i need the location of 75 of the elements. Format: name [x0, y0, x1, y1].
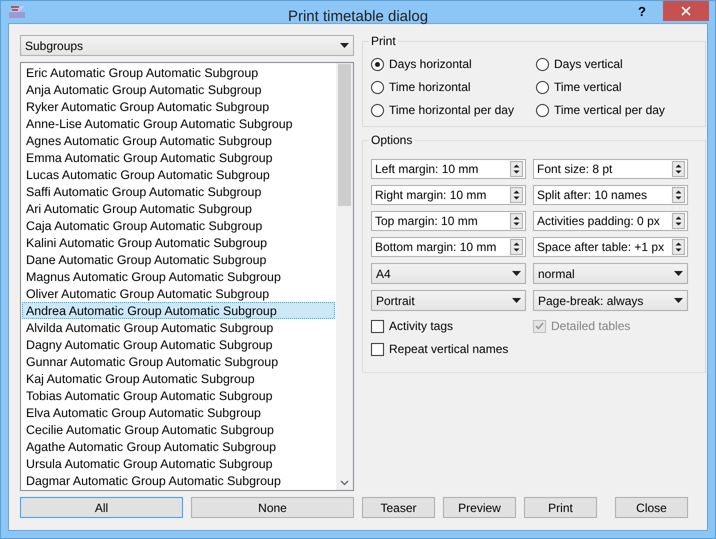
- list-item[interactable]: Eric Automatic Group Automatic Subgroup: [22, 64, 335, 81]
- caret-icon: [674, 298, 683, 303]
- scroll-down-icon[interactable]: [340, 480, 349, 486]
- list-item[interactable]: Gunnar Automatic Group Automatic Subgroup: [22, 353, 335, 370]
- dropdown[interactable]: Page-break: always: [533, 290, 688, 311]
- group-title: Options: [369, 133, 414, 147]
- checkbox[interactable]: [371, 320, 384, 332]
- list-item[interactable]: Elva Automatic Group Automatic Subgroup: [22, 404, 335, 421]
- window-title: Print timetable dialog: [288, 8, 428, 25]
- radio-button[interactable]: [536, 58, 549, 70]
- spin-box[interactable]: Top margin: 10 mm: [371, 211, 526, 231]
- dropdown[interactable]: A4: [371, 263, 526, 284]
- list-item[interactable]: Kaj Automatic Group Automatic Subgroup: [22, 370, 335, 387]
- list-item[interactable]: Tobias Automatic Group Automatic Subgroup: [22, 387, 335, 404]
- dropdown[interactable]: normal: [533, 263, 688, 284]
- list-item[interactable]: Dane Automatic Group Automatic Subgroup: [22, 251, 335, 268]
- list-item[interactable]: Anne-Lise Automatic Group Automatic Subgroup: [22, 115, 335, 132]
- checkbox[interactable]: [371, 342, 384, 356]
- radio-button[interactable]: [371, 58, 384, 70]
- list-item[interactable]: Dagny Automatic Group Automatic Subgroup: [22, 336, 335, 353]
- group-type-dropdown[interactable]: Subgroups: [20, 35, 354, 56]
- list-item[interactable]: Saffi Automatic Group Automatic Subgroup: [22, 183, 335, 200]
- list-item[interactable]: Dagmar Automatic Group Automatic Subgroup: [22, 472, 335, 489]
- radio-label: Time vertical: [554, 80, 622, 94]
- list-item[interactable]: Magnus Automatic Group Automatic Subgroup: [22, 268, 335, 285]
- list-item[interactable]: Ari Automatic Group Automatic Subgroup: [22, 200, 335, 217]
- radio-button[interactable]: [371, 104, 384, 116]
- radio-button[interactable]: [371, 80, 384, 94]
- dialog-button[interactable]: Close: [615, 497, 688, 518]
- list-item[interactable]: Alvilda Automatic Group Automatic Subgroup: [22, 319, 335, 336]
- list-item[interactable]: Caja Automatic Group Automatic Subgroup: [22, 217, 335, 234]
- scrollbar[interactable]: [336, 63, 353, 490]
- list-item[interactable]: Ursula Automatic Group Automatic Subgroup: [22, 455, 335, 472]
- checkbox-label: Activity tags: [389, 319, 454, 333]
- spin-box[interactable]: Space after table: +1 px: [533, 237, 688, 257]
- caret-icon: [340, 43, 349, 48]
- radio-button[interactable]: [536, 80, 549, 94]
- spin-box[interactable]: Font size: 8 pt: [533, 159, 688, 179]
- dropdown[interactable]: Portrait: [371, 290, 526, 311]
- radio-label: Time horizontal per day: [389, 103, 514, 117]
- list-item[interactable]: Agathe Automatic Group Automatic Subgroup: [22, 438, 335, 455]
- radio-button[interactable]: [536, 104, 549, 116]
- close-icon[interactable]: [681, 6, 691, 16]
- spin-box[interactable]: Right margin: 10 mm: [371, 185, 526, 205]
- list-item[interactable]: Anja Automatic Group Automatic Subgroup: [22, 81, 335, 98]
- radio-label: Time vertical per day: [554, 103, 665, 117]
- list-item[interactable]: Emma Automatic Group Automatic Subgroup: [22, 149, 335, 166]
- caret-icon: [674, 271, 683, 276]
- app-icon: [8, 4, 26, 20]
- radio-label: Days horizontal: [389, 57, 472, 71]
- help-button[interactable]: ?: [629, 1, 655, 21]
- list-item[interactable]: Cecilie Automatic Group Automatic Subgroup: [22, 421, 335, 438]
- select-all-button[interactable]: All: [20, 497, 183, 518]
- group-title: Print: [369, 34, 398, 48]
- caret-icon: [512, 271, 521, 276]
- spin-box[interactable]: Activities padding: 0 px: [533, 211, 688, 231]
- caret-icon: [512, 298, 521, 303]
- dialog-button[interactable]: Teaser: [362, 497, 435, 518]
- checkbox-label: Detailed tables: [551, 319, 630, 333]
- list-item[interactable]: Agnes Automatic Group Automatic Subgroup: [22, 132, 335, 149]
- checkbox-label: Repeat vertical names: [389, 342, 508, 356]
- list-item[interactable]: Lucas Automatic Group Automatic Subgroup: [22, 166, 335, 183]
- list-item[interactable]: Ryker Automatic Group Automatic Subgroup: [22, 98, 335, 115]
- spin-box[interactable]: Bottom margin: 10 mm: [371, 237, 526, 257]
- radio-label: Days vertical: [554, 57, 623, 71]
- close-button[interactable]: [663, 1, 709, 21]
- list-item[interactable]: Oliver Automatic Group Automatic Subgroup: [22, 285, 335, 302]
- select-none-button[interactable]: None: [191, 497, 354, 518]
- spin-box[interactable]: Split after: 10 names: [533, 185, 688, 205]
- spin-box[interactable]: Left margin: 10 mm: [371, 159, 526, 179]
- dialog-button[interactable]: Preview: [443, 497, 516, 518]
- list-item[interactable]: Kalini Automatic Group Automatic Subgroup: [22, 234, 335, 251]
- radio-label: Time horizontal: [389, 80, 471, 94]
- dialog-button[interactable]: Print: [524, 497, 597, 518]
- list-item[interactable]: Andrea Automatic Group Automatic Subgroup: [22, 302, 335, 319]
